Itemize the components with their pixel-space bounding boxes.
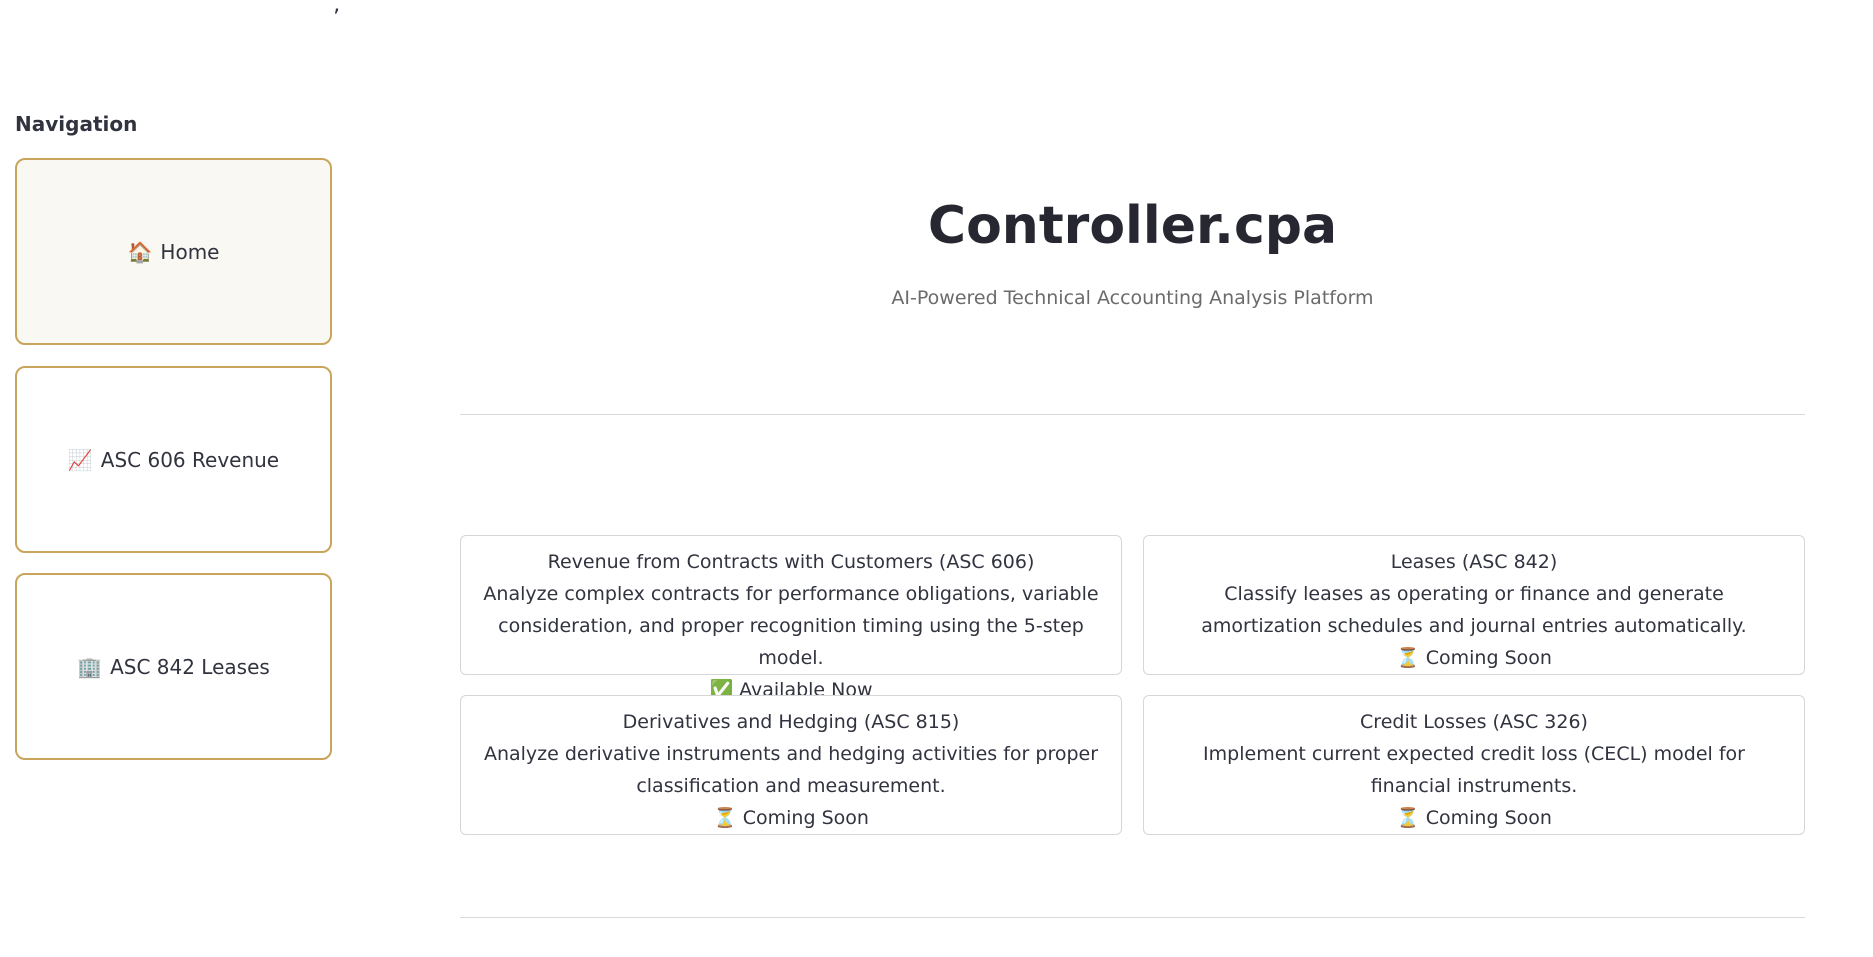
card-title: Revenue from Contracts with Customers (A…: [547, 551, 1035, 573]
card-status-label: Coming Soon: [742, 807, 869, 829]
card-status-label: Coming Soon: [1425, 647, 1552, 669]
home-icon: 🏠: [127, 239, 153, 264]
nav-button-asc-842-leases[interactable]: 🏢 ASC 842 Leases: [15, 573, 332, 760]
card-status-label: Coming Soon: [1425, 807, 1552, 829]
main-content: Controller.cpa AI-Powered Technical Acco…: [460, 0, 1805, 957]
navigation-title: Navigation: [15, 112, 138, 136]
hourglass-icon: ⏳: [1396, 647, 1420, 669]
card-title: Derivatives and Hedging (ASC 815): [622, 711, 960, 733]
card-status: ⏳ Coming Soon: [1144, 802, 1804, 834]
hourglass-icon: ⏳: [1396, 807, 1420, 829]
card-title: Leases (ASC 842): [1390, 551, 1558, 573]
module-card-asc-606: Revenue from Contracts with Customers (A…: [460, 535, 1122, 701]
nav-button-label: ASC 606 Revenue: [100, 447, 280, 472]
card-description: Implement current expected credit loss (…: [1203, 743, 1745, 797]
page-title: Controller.cpa: [927, 196, 1338, 256]
module-card-asc-815: Derivatives and Hedging (ASC 815) Analyz…: [460, 695, 1122, 835]
top-divider: [460, 414, 1805, 415]
card-status: ⏳ Coming Soon: [1144, 642, 1804, 674]
nav-button-home[interactable]: 🏠 Home: [15, 158, 332, 345]
office-building-icon: 🏢: [77, 654, 103, 679]
chart-increasing-icon: 📈: [67, 447, 93, 472]
sidebar: Navigation 🏠 Home 📈 ASC 606 Revenue 🏢 AS…: [0, 0, 360, 957]
nav-button-label: ASC 842 Leases: [110, 654, 270, 679]
card-status: ⏳ Coming Soon: [461, 802, 1121, 834]
nav-button-label: Home: [160, 239, 220, 264]
hourglass-icon: ⏳: [713, 807, 737, 829]
card-title: Credit Losses (ASC 326): [1360, 711, 1588, 733]
module-card-asc-326: Credit Losses (ASC 326) Implement curren…: [1143, 695, 1805, 835]
nav-button-asc-606-revenue[interactable]: 📈 ASC 606 Revenue: [15, 366, 332, 553]
card-description: Analyze complex contracts for performanc…: [483, 583, 1099, 669]
page-subtitle: AI-Powered Technical Accounting Analysis…: [891, 287, 1374, 309]
card-description: Classify leases as operating or finance …: [1201, 583, 1747, 637]
bottom-divider: [460, 917, 1805, 918]
card-description: Analyze derivative instruments and hedgi…: [483, 743, 1099, 797]
module-card-asc-842: Leases (ASC 842) Classify leases as oper…: [1143, 535, 1805, 675]
